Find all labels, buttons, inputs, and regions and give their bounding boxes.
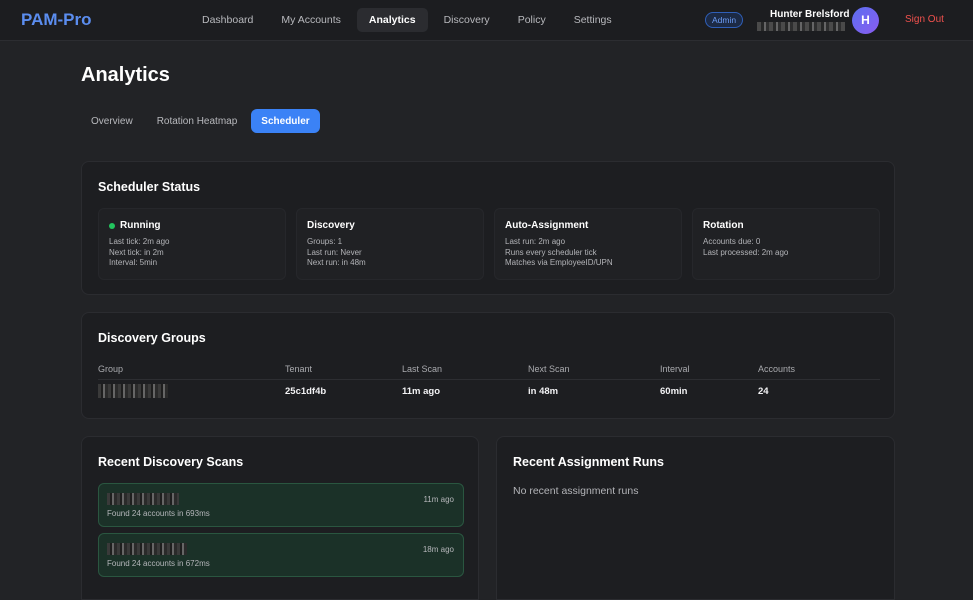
sign-out-link[interactable]: Sign Out [905, 14, 944, 25]
status-line: Runs every scheduler tick [505, 247, 597, 257]
status-auto-assignment: Auto-Assignment Last run: 2m ago Runs ev… [494, 208, 682, 280]
status-line: Groups: 1 [307, 237, 343, 246]
page-title: Analytics [81, 64, 170, 86]
status-head: Running [120, 220, 161, 231]
scheduler-status-title: Scheduler Status [98, 180, 201, 194]
user-email-redacted [757, 22, 845, 31]
nav-settings[interactable]: Settings [562, 8, 624, 32]
user-name: Hunter Brelsford [770, 9, 850, 20]
cell-interval: 60min [660, 385, 688, 397]
status-line: Last processed: 2m ago [703, 247, 789, 257]
status-grid: Running Last tick: 2m ago Next tick: in … [98, 208, 880, 280]
scan-time: 11m ago [423, 495, 454, 504]
recent-scans-title: Recent Discovery Scans [98, 455, 244, 469]
scheduler-status-card: Scheduler Status Running Last tick: 2m a… [81, 161, 895, 295]
status-dot-icon [109, 222, 115, 229]
recent-scans-card: Recent Discovery Scans 11m ago Found 24 … [81, 436, 479, 600]
nav-dashboard[interactable]: Dashboard [190, 8, 265, 32]
status-line: Last run: Never [307, 247, 362, 257]
status-running: Running Last tick: 2m ago Next tick: in … [98, 208, 286, 280]
list-item[interactable]: 11m ago Found 24 accounts in 693ms [98, 483, 464, 527]
status-line: Interval: 5min [109, 258, 158, 267]
status-line: Accounts due: 0 [703, 237, 761, 246]
nav-links: Dashboard My Accounts Analytics Discover… [190, 8, 624, 32]
col-interval: Interval [660, 359, 758, 380]
list-item[interactable]: 18m ago Found 24 accounts in 672ms [98, 533, 464, 577]
status-head: Rotation [703, 220, 744, 231]
col-tenant: Tenant [285, 359, 402, 380]
group-name-redacted [98, 384, 168, 399]
scan-message: Found 24 accounts in 693ms [107, 509, 210, 518]
cell-next-scan: in 48m [528, 385, 559, 397]
top-nav: PAM-Pro Dashboard My Accounts Analytics … [0, 0, 973, 41]
table-row[interactable]: 25c1df4b 11m ago in 48m 60min 24 [98, 379, 880, 403]
status-line: Matches via EmployeeID/UPN [505, 258, 613, 267]
recent-assignments-title: Recent Assignment Runs [513, 455, 664, 469]
col-last-scan: Last Scan [402, 359, 528, 380]
cell-accounts: 24 [758, 385, 769, 397]
recent-assignments-card: Recent Assignment Runs No recent assignm… [496, 436, 895, 600]
nav-discovery[interactable]: Discovery [432, 8, 502, 32]
status-line: Next run: in 48m [307, 258, 366, 267]
tab-scheduler[interactable]: Scheduler [251, 109, 320, 133]
nav-my-accounts[interactable]: My Accounts [269, 8, 353, 32]
tab-rotation-heatmap[interactable]: Rotation Heatmap [147, 109, 248, 133]
cell-tenant: 25c1df4b [285, 385, 327, 397]
discovery-groups-title: Discovery Groups [98, 331, 206, 345]
nav-policy[interactable]: Policy [506, 8, 558, 32]
col-accounts: Accounts [758, 359, 880, 380]
scan-time: 18m ago [422, 545, 454, 554]
status-head: Auto-Assignment [505, 220, 589, 231]
empty-state-text: No recent assignment runs [513, 485, 639, 497]
analytics-tabs: Overview Rotation Heatmap Scheduler [81, 109, 324, 133]
admin-badge: Admin [705, 12, 744, 28]
nav-analytics[interactable]: Analytics [356, 8, 428, 32]
status-line: Last tick: 2m ago [109, 237, 170, 246]
col-group: Group [98, 359, 285, 380]
scan-message: Found 24 accounts in 672ms [107, 559, 210, 568]
scan-name-redacted [107, 493, 179, 505]
status-rotation: Rotation Accounts due: 0 Last processed:… [692, 208, 880, 280]
col-next-scan: Next Scan [528, 359, 660, 380]
avatar[interactable]: H [852, 7, 879, 34]
brand-logo[interactable]: PAM-Pro [21, 10, 92, 30]
scan-name-redacted [107, 543, 187, 555]
status-head: Discovery [307, 220, 355, 231]
status-line: Last run: 2m ago [505, 237, 566, 246]
discovery-groups-card: Discovery Groups Group Tenant Last Scan … [81, 312, 895, 419]
discovery-groups-table: Group Tenant Last Scan Next Scan Interva… [98, 359, 880, 403]
tab-overview[interactable]: Overview [81, 109, 143, 133]
cell-last-scan: 11m ago [402, 385, 441, 397]
status-discovery: Discovery Groups: 1 Last run: Never Next… [296, 208, 484, 280]
status-line: Next tick: in 2m [109, 247, 164, 257]
